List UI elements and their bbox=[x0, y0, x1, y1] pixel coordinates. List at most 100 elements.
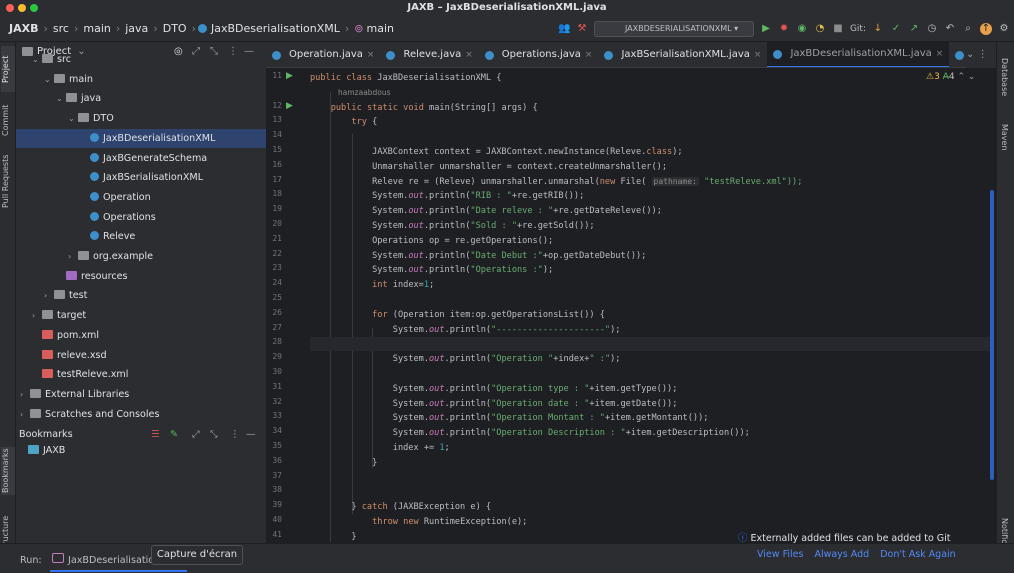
code-line[interactable]: System.out.println("--------------------… bbox=[310, 323, 621, 337]
tree-item[interactable]: JaxBSerialisationXML bbox=[16, 168, 266, 187]
close-tab-icon[interactable]: × bbox=[936, 42, 944, 67]
bookmark-item[interactable]: JAXB bbox=[28, 445, 65, 456]
collapsed-arrow-icon[interactable]: › bbox=[32, 306, 42, 325]
editor-tab[interactable]: JaxBDeserialisationXML.java × bbox=[767, 42, 950, 67]
tree-item[interactable]: ⌄ DTO bbox=[16, 109, 266, 128]
tree-item[interactable]: ⌄ src bbox=[16, 50, 266, 69]
profile-icon[interactable]: ◔ bbox=[814, 23, 826, 35]
run-configuration-select[interactable]: JAXBDESERIALISATIONXML ▾ bbox=[593, 21, 754, 37]
code-line[interactable]: JAXBContext context = JAXBContext.newIns… bbox=[310, 145, 682, 159]
breadcrumb-class[interactable]: JaxBDeserialisationXML bbox=[211, 22, 340, 35]
expand-all-icon[interactable]: ⤢ bbox=[192, 429, 200, 440]
code-line[interactable]: Unmarshaller unmarshaller = context.crea… bbox=[310, 160, 667, 174]
collapsed-arrow-icon[interactable]: › bbox=[20, 405, 30, 424]
close-tab-icon[interactable]: × bbox=[465, 42, 473, 67]
breadcrumb-project[interactable]: JAXB bbox=[9, 22, 38, 35]
update-icon[interactable]: ↑ bbox=[980, 23, 992, 35]
project-tool-tab[interactable]: Project bbox=[1, 46, 15, 92]
expanded-arrow-icon[interactable]: ⌄ bbox=[68, 109, 78, 128]
minimize-window-icon[interactable] bbox=[18, 4, 26, 12]
run-icon[interactable]: ▶ bbox=[760, 23, 772, 35]
code-line[interactable]: System.out.println("Operation date : "+i… bbox=[310, 397, 678, 411]
editor-tab[interactable]: JaxBSerialisationXML.java × bbox=[598, 42, 767, 67]
breadcrumb-java[interactable]: java bbox=[125, 22, 148, 35]
code-line[interactable]: } bbox=[310, 456, 377, 470]
tree-item[interactable]: resources bbox=[16, 267, 266, 286]
code-line[interactable]: int index=1; bbox=[310, 278, 434, 292]
close-window-icon[interactable] bbox=[6, 4, 14, 12]
editor-tab[interactable]: Operation.java × bbox=[266, 42, 380, 67]
always-add-link[interactable]: Always Add bbox=[814, 549, 869, 560]
expanded-arrow-icon[interactable]: ⌄ bbox=[44, 70, 54, 89]
database-tool-tab[interactable]: Database bbox=[1000, 58, 1009, 96]
editor-scrollbar[interactable] bbox=[990, 190, 994, 480]
collapsed-arrow-icon[interactable]: › bbox=[20, 385, 30, 404]
rollback-icon[interactable]: ↶ bbox=[944, 23, 956, 35]
tree-item[interactable]: JaxBGenerateSchema bbox=[16, 149, 266, 168]
code-line[interactable]: index += 1; bbox=[310, 441, 450, 455]
git-update-icon[interactable]: ↓ bbox=[872, 23, 884, 35]
close-tab-icon[interactable]: × bbox=[367, 42, 375, 67]
code-line[interactable]: public class JaxBDeserialisationXML { bbox=[310, 71, 501, 85]
run-main-gutter-icon[interactable]: ▶ bbox=[286, 101, 293, 111]
tree-item[interactable]: › test bbox=[16, 286, 266, 305]
history-icon[interactable]: ◷ bbox=[926, 23, 938, 35]
stop-icon[interactable]: ■ bbox=[832, 23, 844, 35]
tree-item[interactable]: testReleve.xml bbox=[16, 365, 266, 384]
editor-tab[interactable]: Operations.java × bbox=[479, 42, 599, 67]
code-line[interactable] bbox=[310, 337, 990, 352]
git-commit-icon[interactable]: ✓ bbox=[890, 23, 902, 35]
editor-tab[interactable]: Releve.java × bbox=[380, 42, 478, 67]
tree-item[interactable]: ⌄ java bbox=[16, 89, 266, 108]
code-line[interactable]: System.out.println("Date releve : "+re.g… bbox=[310, 204, 662, 218]
expanded-arrow-icon[interactable]: ⌄ bbox=[56, 89, 66, 108]
tab-list-chevron-icon[interactable]: ⌄ bbox=[966, 49, 974, 60]
code-line[interactable]: System.out.println("Operation Descriptio… bbox=[310, 426, 750, 440]
tree-item[interactable]: ⌄ main bbox=[16, 70, 266, 89]
code-content[interactable]: public class JaxBDeserialisationXML {ham… bbox=[310, 68, 990, 557]
tab-more-icon[interactable]: ⋮ bbox=[978, 49, 988, 60]
breadcrumb-dto[interactable]: DTO bbox=[163, 22, 187, 35]
search-icon[interactable]: ⌕ bbox=[962, 23, 974, 35]
dont-ask-again-link[interactable]: Don't Ask Again bbox=[880, 549, 956, 560]
commit-tool-tab[interactable]: Commit bbox=[1, 100, 15, 140]
user-add-icon[interactable]: 👥 bbox=[558, 23, 570, 35]
close-tab-icon[interactable]: × bbox=[754, 42, 762, 67]
code-line[interactable]: try { bbox=[310, 115, 377, 129]
edit-icon[interactable]: ✎ bbox=[170, 429, 178, 440]
hide-bookmarks-icon[interactable]: — bbox=[246, 429, 256, 440]
settings-icon[interactable]: ⚙ bbox=[998, 23, 1010, 35]
maven-tool-tab[interactable]: Maven bbox=[1000, 124, 1009, 151]
code-line[interactable]: System.out.println("Operation Montant : … bbox=[310, 411, 709, 425]
tree-item[interactable]: JaxBDeserialisationXML bbox=[16, 128, 266, 148]
run-class-gutter-icon[interactable]: ▶ bbox=[286, 71, 293, 81]
view-files-link[interactable]: View Files bbox=[757, 549, 803, 560]
code-line[interactable]: System.out.println("Date Debut :"+op.get… bbox=[310, 249, 646, 263]
code-line[interactable]: System.out.println("Operations :"); bbox=[310, 263, 553, 277]
tree-item[interactable]: › org.example bbox=[16, 247, 266, 266]
code-line[interactable]: Releve re = (Releve) unmarshaller.unmars… bbox=[310, 175, 802, 189]
close-tab-icon[interactable]: × bbox=[585, 42, 593, 67]
tree-item[interactable]: Releve bbox=[16, 227, 266, 246]
breadcrumb-main[interactable]: main bbox=[83, 22, 110, 35]
breadcrumb-method[interactable]: main bbox=[367, 22, 394, 35]
code-line[interactable]: Operations op = re.getOperations(); bbox=[310, 234, 553, 248]
list-icon[interactable]: ☰ bbox=[151, 429, 160, 440]
breadcrumb-src[interactable]: src bbox=[53, 22, 69, 35]
code-line[interactable]: } catch (JAXBException e) { bbox=[310, 500, 491, 514]
pull-requests-tool-tab[interactable]: Pull Requests bbox=[1, 148, 15, 214]
code-line[interactable]: System.out.println("RIB : "+re.getRIB())… bbox=[310, 189, 584, 203]
hammer-icon[interactable]: ⚒ bbox=[576, 23, 588, 35]
git-push-icon[interactable]: ↗ bbox=[908, 23, 920, 35]
code-line[interactable]: System.out.println("Operation "+index+" … bbox=[310, 352, 621, 366]
expanded-arrow-icon[interactable]: ⌄ bbox=[32, 50, 42, 69]
tree-item[interactable]: › External Libraries bbox=[16, 385, 266, 404]
coverage-icon[interactable]: ◉ bbox=[796, 23, 808, 35]
tree-item[interactable]: › Scratches and Consoles bbox=[16, 405, 266, 424]
inspection-widget[interactable]: ⚠3 A̶4 ⌃ ⌄ bbox=[926, 72, 975, 82]
collapsed-arrow-icon[interactable]: › bbox=[44, 286, 54, 305]
code-line[interactable]: public static void main(String[] args) { bbox=[310, 101, 538, 115]
collapse-all-icon[interactable]: ⤡ bbox=[210, 429, 218, 440]
tree-item[interactable]: releve.xsd bbox=[16, 346, 266, 365]
collapsed-arrow-icon[interactable]: › bbox=[68, 247, 78, 266]
